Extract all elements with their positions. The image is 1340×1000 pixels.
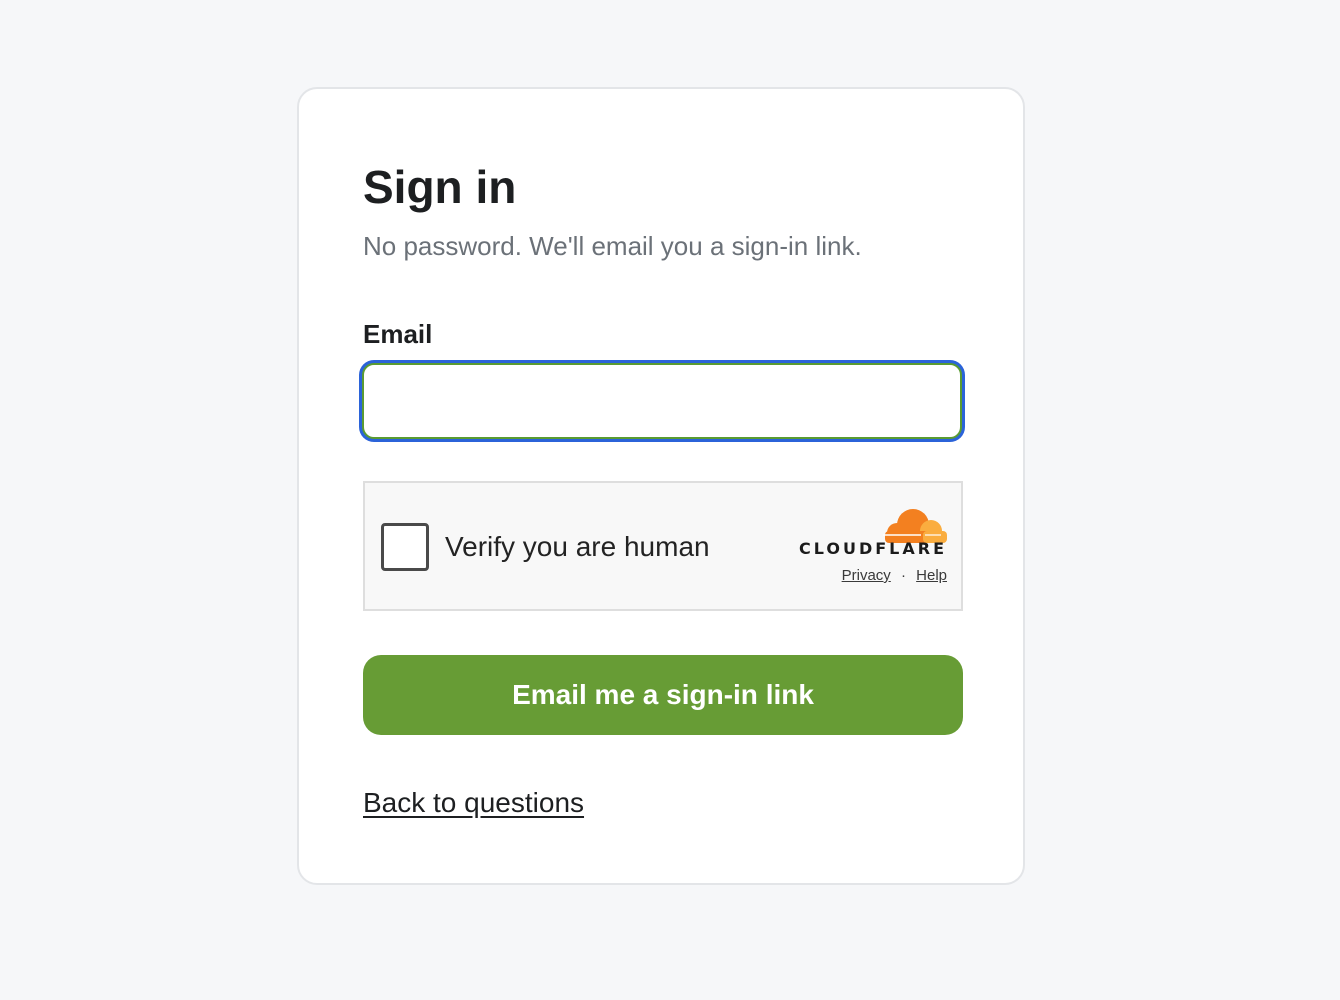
privacy-link[interactable]: Privacy — [842, 567, 891, 584]
email-signin-link-button[interactable]: Email me a sign-in link — [363, 655, 963, 735]
turnstile-links: Privacy · Help — [842, 567, 947, 585]
verify-human-checkbox[interactable] — [381, 523, 429, 571]
email-label: Email — [363, 319, 433, 349]
page-title: Sign in — [363, 161, 517, 213]
back-to-questions-link[interactable]: Back to questions — [363, 785, 584, 821]
email-input[interactable] — [362, 363, 962, 439]
verify-human-label: Verify you are human — [445, 531, 710, 562]
signin-card: Sign in No password. We'll email you a s… — [297, 87, 1025, 885]
cloudflare-turnstile-widget: Verify you are human CLOUDFLARE Privacy … — [363, 481, 963, 611]
help-link[interactable]: Help — [916, 567, 947, 584]
page-subtitle: No password. We'll email you a sign-in l… — [363, 231, 862, 261]
link-separator: · — [900, 567, 906, 584]
cloudflare-wordmark: CLOUDFLARE — [799, 539, 947, 558]
